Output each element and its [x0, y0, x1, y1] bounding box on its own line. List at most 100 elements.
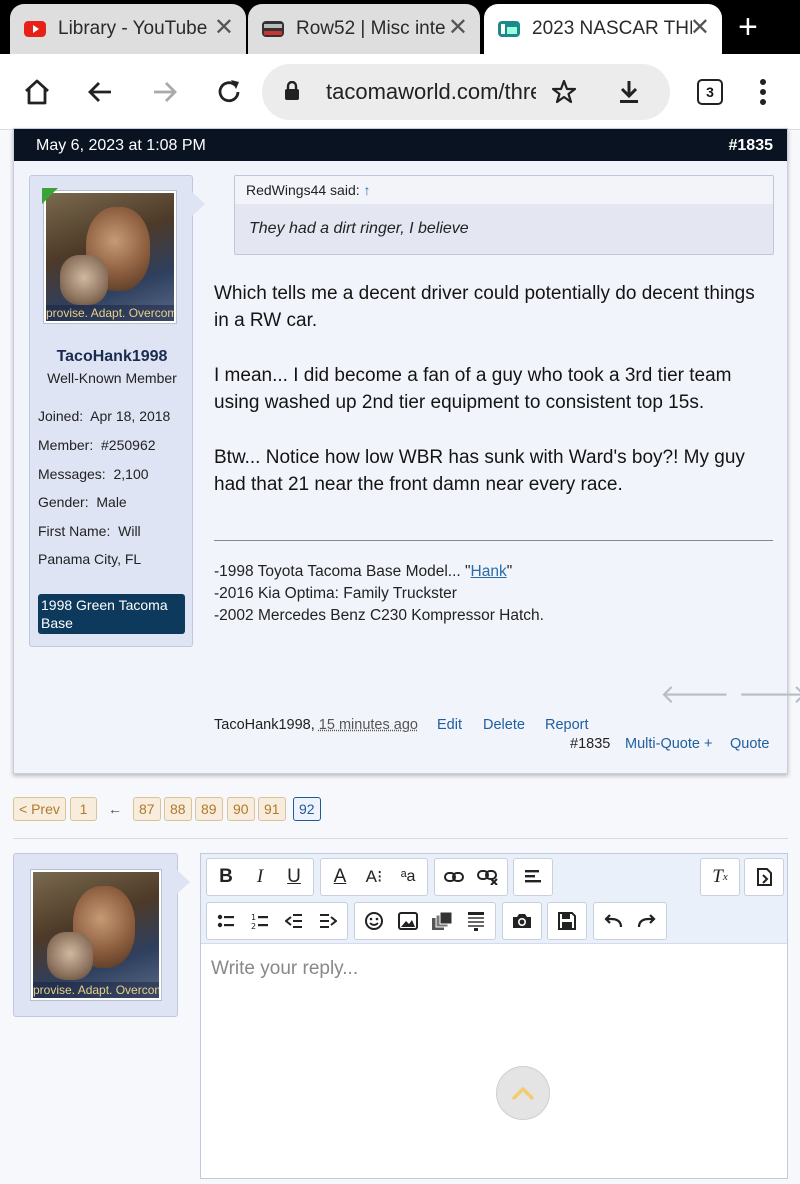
font-family-icon[interactable]: ᵃa: [391, 859, 425, 895]
user-title: Well-Known Member: [47, 370, 177, 386]
user-first-name: First Name: Will: [38, 523, 141, 539]
forward-icon[interactable]: [145, 72, 185, 112]
star-icon[interactable]: [550, 78, 578, 106]
message-paragraph: I mean... I did become a fan of a guy wh…: [214, 365, 732, 413]
delete-link[interactable]: Delete: [483, 717, 525, 733]
menu-kebab-icon[interactable]: [743, 72, 783, 112]
avatar-caption: provise. Adapt. Overcome: [33, 982, 159, 998]
avatar-caption: provise. Adapt. Overcome: [46, 305, 174, 321]
user-member-number: Member: #250962: [38, 437, 156, 453]
post-date[interactable]: May 6, 2023 at 1:08 PM: [36, 137, 206, 155]
close-tab-icon[interactable]: ✕: [690, 16, 710, 40]
tab-switcher-button[interactable]: 3: [690, 72, 730, 112]
user-location: Panama City, FL: [38, 551, 142, 567]
page-button[interactable]: 88: [164, 797, 192, 821]
font-group: A A⁝ ᵃa: [320, 858, 428, 896]
back-icon[interactable]: [80, 72, 120, 112]
history-group: [593, 902, 667, 940]
reply-textarea[interactable]: Write your reply...: [211, 958, 358, 980]
post-number-footer[interactable]: #1835: [570, 736, 610, 752]
edit-link[interactable]: Edit: [437, 717, 462, 733]
username[interactable]: TacoHank1998: [30, 348, 194, 366]
bullet-list-icon[interactable]: [209, 903, 243, 939]
signature-link[interactable]: Hank: [471, 563, 507, 580]
page-jump-arrow-icon[interactable]: ←: [108, 801, 122, 817]
page-button[interactable]: 91: [258, 797, 286, 821]
clear-format-group: Tx: [700, 858, 740, 896]
scroll-to-top-button[interactable]: [496, 1066, 550, 1120]
camera-icon[interactable]: [505, 903, 539, 939]
signature-line: -2002 Mercedes Benz C230 Kompressor Hatc…: [214, 607, 544, 624]
post-number[interactable]: #1835: [729, 137, 774, 155]
numbered-list-icon[interactable]: 12: [243, 903, 277, 939]
page-1-button[interactable]: 1: [70, 797, 97, 821]
prev-page-button[interactable]: < Prev: [13, 797, 66, 821]
tab-row52[interactable]: Row52 | Misc interior ✕: [248, 4, 480, 54]
previous-post-arrow-icon[interactable]: 🡐: [660, 679, 730, 710]
quote-text: They had a dirt ringer, I believe: [249, 220, 469, 237]
font-color-icon[interactable]: A: [323, 859, 357, 895]
signature-line: -1998 Toyota Tacoma Base Model... "Hank": [214, 563, 513, 580]
tab-tacomaworld[interactable]: 2023 NASCAR THREAD ✕: [484, 4, 722, 54]
remove-link-icon[interactable]: [471, 859, 505, 895]
reload-icon[interactable]: [209, 72, 249, 112]
clear-formatting-icon[interactable]: Tx: [703, 859, 737, 895]
quote-block: RedWings44 said: ↑ They had a dirt ringe…: [234, 175, 774, 255]
indent-icon[interactable]: [311, 903, 345, 939]
user-messages: Messages: 2,100: [38, 466, 149, 482]
close-tab-icon[interactable]: ✕: [214, 16, 234, 40]
redo-icon[interactable]: [630, 903, 664, 939]
tacomaworld-icon: [498, 21, 520, 37]
next-post-arrow-icon[interactable]: 🡒: [738, 679, 800, 710]
insert-image-icon[interactable]: [391, 903, 425, 939]
spoiler-icon[interactable]: [459, 903, 493, 939]
avatar[interactable]: provise. Adapt. Overcome: [31, 870, 161, 1000]
forum-post: May 6, 2023 at 1:08 PM #1835 provise. Ad…: [13, 128, 800, 774]
row52-icon: [262, 21, 284, 37]
italic-icon[interactable]: I: [243, 859, 277, 895]
lock-icon: [285, 81, 299, 100]
user-joined: Joined: Apr 18, 2018: [38, 408, 171, 424]
report-link[interactable]: Report: [545, 717, 589, 733]
tab-title: Row52 | Misc interior: [296, 18, 446, 39]
tab-title: 2023 NASCAR THREAD: [532, 18, 692, 39]
bold-icon[interactable]: B: [209, 859, 243, 895]
quote-jump-arrow-icon[interactable]: ↑: [364, 182, 371, 198]
post-time[interactable]: 15 minutes ago: [319, 717, 418, 733]
multi-quote-button[interactable]: Multi-Quote +: [625, 736, 712, 752]
photo-group: [502, 902, 542, 940]
page-button[interactable]: 90: [227, 797, 255, 821]
url-text: tacomaworld.com/threads: [326, 79, 536, 104]
page-button[interactable]: 87: [133, 797, 161, 821]
quote-button[interactable]: Quote: [730, 736, 770, 752]
signature-divider: [214, 540, 773, 541]
page-button[interactable]: 89: [195, 797, 223, 821]
new-tab-icon[interactable]: +: [738, 10, 758, 44]
address-bar[interactable]: tacomaworld.com/threads: [262, 64, 670, 120]
tab-youtube[interactable]: Library - YouTube ✕: [10, 4, 246, 54]
post-author[interactable]: TacoHank1998,: [214, 717, 315, 733]
current-page-button[interactable]: 92: [293, 797, 321, 821]
signature-line: -2016 Kia Optima: Family Truckster: [214, 585, 457, 602]
quote-author[interactable]: RedWings44 said:: [246, 182, 360, 198]
underline-icon[interactable]: U: [277, 859, 311, 895]
insert-link-icon[interactable]: [437, 859, 471, 895]
post-header: May 6, 2023 at 1:08 PM #1835: [14, 129, 787, 161]
avatar[interactable]: provise. Adapt. Overcome: [44, 191, 176, 323]
text-style-group: B I U: [206, 858, 314, 896]
quote-header: RedWings44 said: ↑: [235, 176, 773, 204]
align-icon[interactable]: [516, 859, 550, 895]
smilie-icon[interactable]: [357, 903, 391, 939]
close-tab-icon[interactable]: ✕: [448, 16, 468, 40]
insert-media-icon[interactable]: [425, 903, 459, 939]
youtube-icon: [24, 21, 46, 37]
home-icon[interactable]: [17, 72, 57, 112]
toggle-bbcode-icon[interactable]: [747, 859, 781, 895]
save-draft-icon[interactable]: [550, 903, 584, 939]
undo-icon[interactable]: [596, 903, 630, 939]
outdent-icon[interactable]: [277, 903, 311, 939]
download-icon[interactable]: [616, 78, 642, 106]
font-size-icon[interactable]: A⁝: [357, 859, 391, 895]
chevron-up-icon: [512, 1087, 534, 1100]
insert-group: [354, 902, 496, 940]
